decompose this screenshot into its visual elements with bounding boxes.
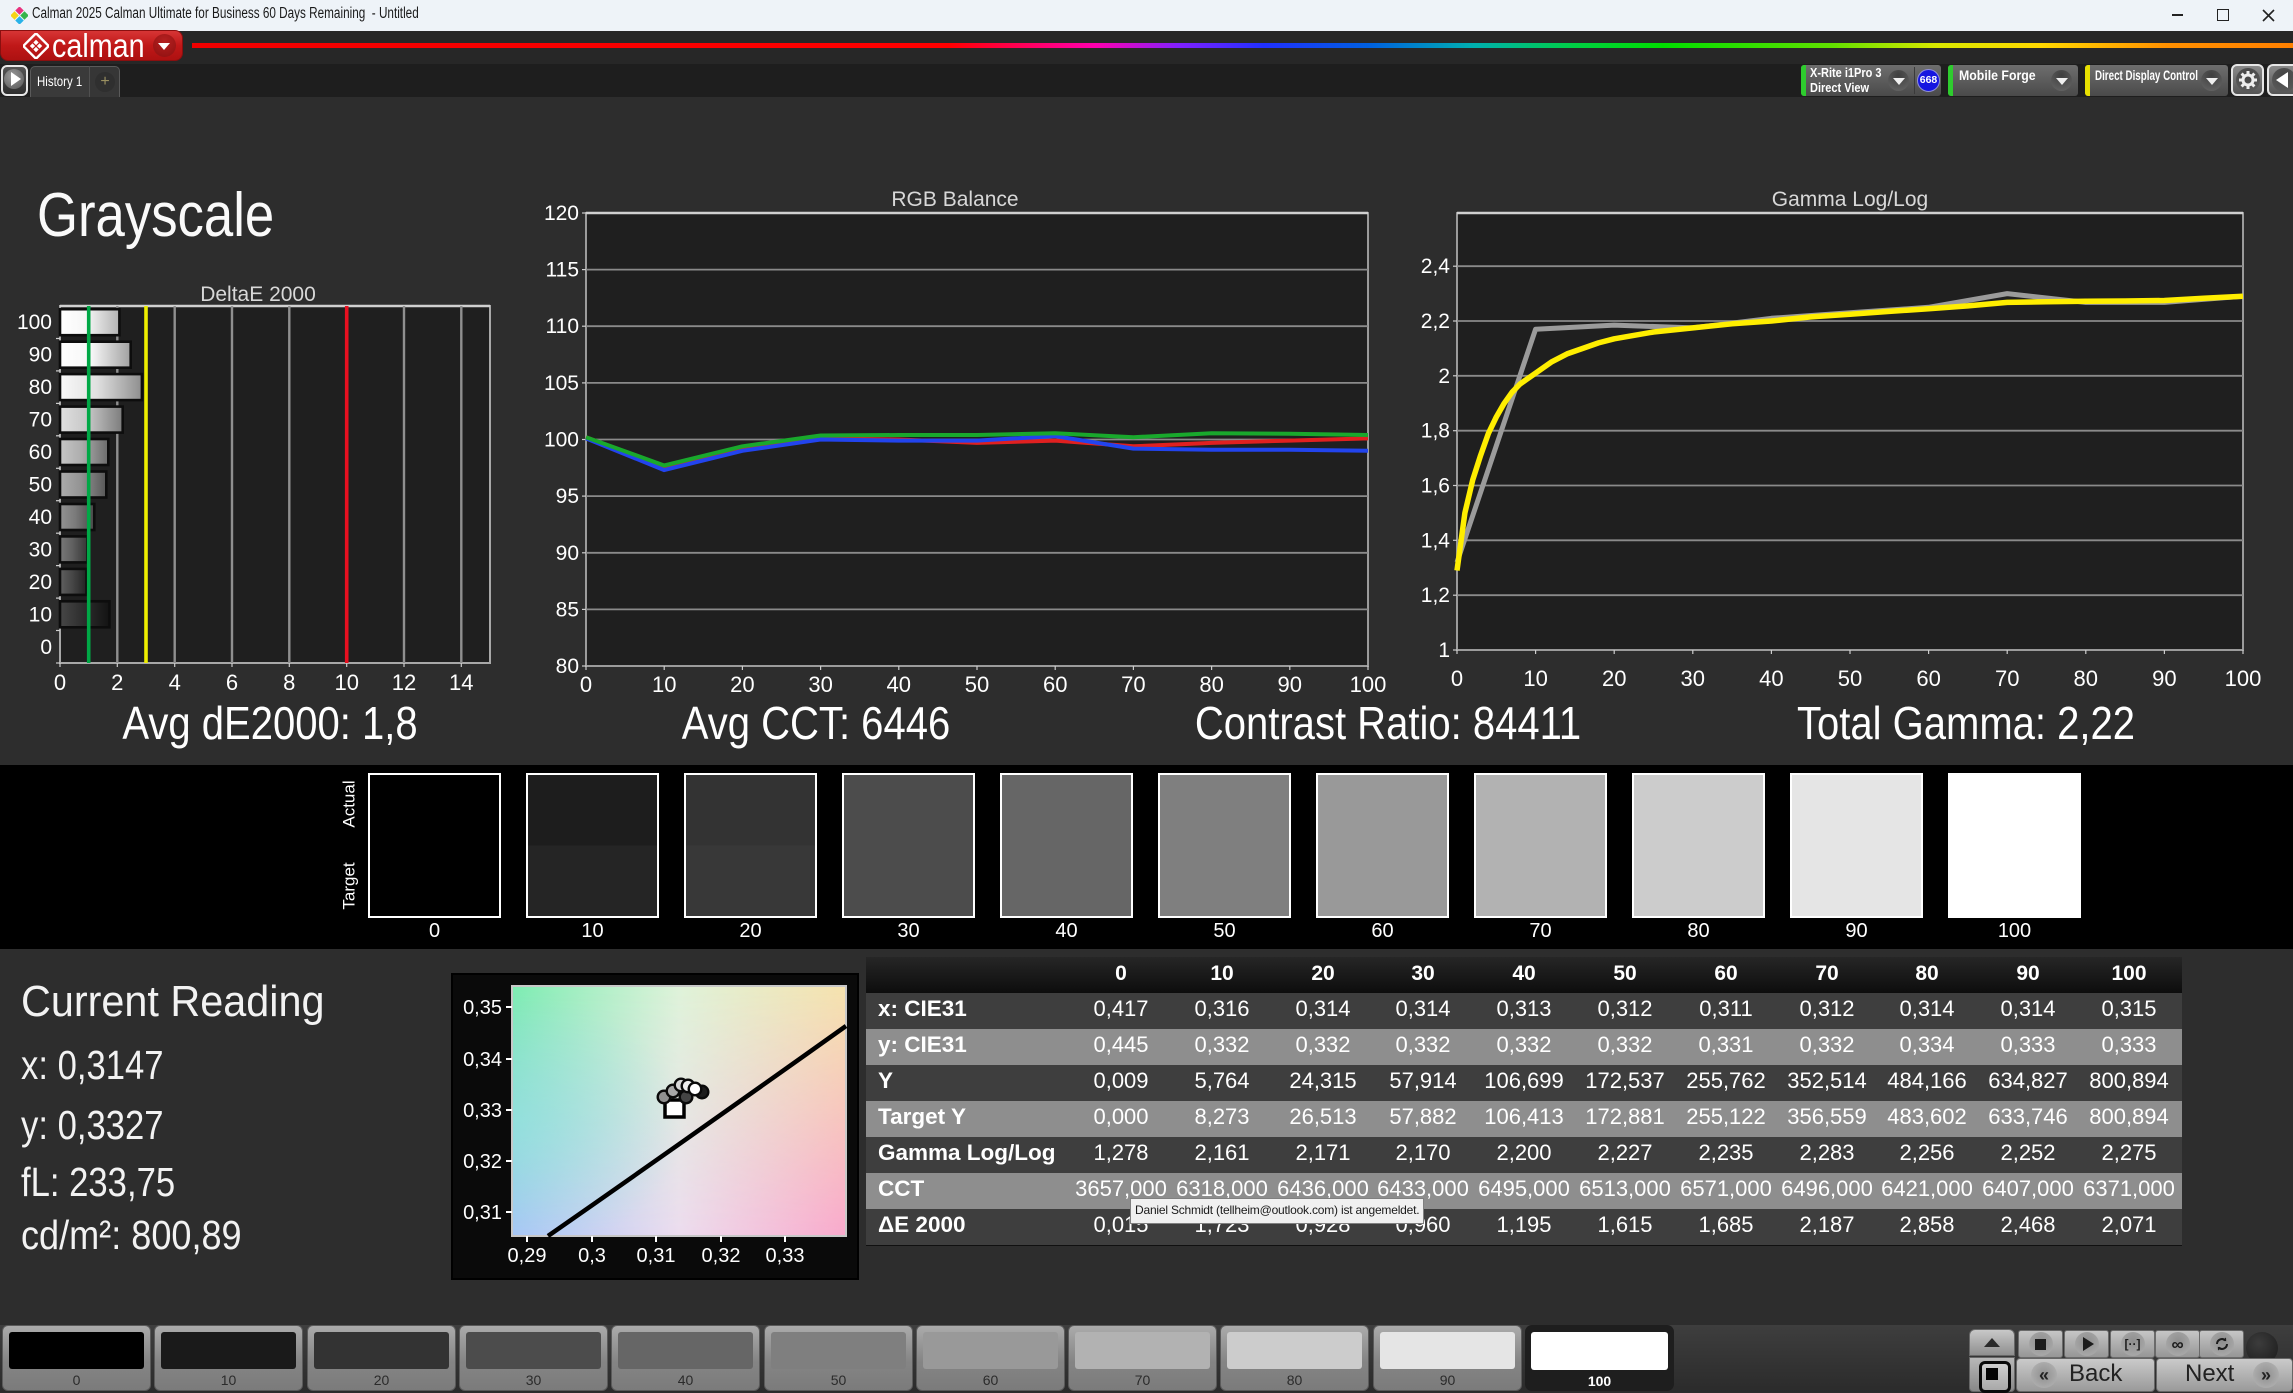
svg-text:110: 110 bbox=[546, 315, 579, 338]
svg-text:80: 80 bbox=[1199, 672, 1223, 697]
svg-text:12: 12 bbox=[392, 670, 416, 695]
svg-text:40: 40 bbox=[887, 672, 911, 697]
svg-text:90: 90 bbox=[1278, 672, 1302, 697]
svg-text:6: 6 bbox=[226, 670, 238, 695]
svg-text:80: 80 bbox=[556, 655, 579, 678]
svg-text:30: 30 bbox=[29, 538, 52, 561]
svg-text:0,29: 0,29 bbox=[508, 1245, 547, 1267]
svg-text:30: 30 bbox=[1681, 666, 1705, 691]
svg-text:30: 30 bbox=[808, 672, 832, 697]
svg-text:100: 100 bbox=[2225, 666, 2262, 691]
svg-text:60: 60 bbox=[1043, 672, 1067, 697]
svg-text:70: 70 bbox=[1995, 666, 2019, 691]
svg-text:80: 80 bbox=[29, 376, 52, 399]
svg-text:0: 0 bbox=[40, 636, 52, 659]
svg-text:10: 10 bbox=[652, 672, 676, 697]
svg-text:1,4: 1,4 bbox=[1421, 529, 1451, 552]
svg-text:0,32: 0,32 bbox=[463, 1151, 502, 1173]
svg-text:1,8: 1,8 bbox=[1421, 420, 1450, 443]
svg-text:2,2: 2,2 bbox=[1421, 310, 1450, 333]
svg-text:50: 50 bbox=[965, 672, 989, 697]
svg-text:10: 10 bbox=[334, 670, 358, 695]
svg-text:14: 14 bbox=[449, 670, 473, 695]
svg-text:100: 100 bbox=[1350, 672, 1387, 697]
svg-text:0,35: 0,35 bbox=[463, 997, 502, 1019]
svg-text:50: 50 bbox=[29, 474, 52, 497]
svg-text:0,32: 0,32 bbox=[702, 1245, 741, 1267]
svg-text:10: 10 bbox=[29, 603, 52, 626]
svg-text:1,6: 1,6 bbox=[1421, 475, 1450, 498]
svg-text:20: 20 bbox=[1602, 666, 1626, 691]
svg-text:80: 80 bbox=[2074, 666, 2098, 691]
svg-text:0,33: 0,33 bbox=[463, 1100, 502, 1122]
svg-text:85: 85 bbox=[556, 598, 579, 621]
svg-text:20: 20 bbox=[29, 571, 52, 594]
svg-text:50: 50 bbox=[1838, 666, 1862, 691]
svg-text:4: 4 bbox=[169, 670, 181, 695]
svg-text:40: 40 bbox=[1759, 666, 1783, 691]
svg-text:100: 100 bbox=[17, 311, 52, 334]
svg-text:0,34: 0,34 bbox=[463, 1049, 502, 1071]
svg-text:120: 120 bbox=[544, 202, 579, 225]
svg-text:0,33: 0,33 bbox=[766, 1245, 805, 1267]
svg-text:20: 20 bbox=[730, 672, 754, 697]
svg-text:0: 0 bbox=[1451, 666, 1463, 691]
svg-text:10: 10 bbox=[1523, 666, 1547, 691]
svg-text:8: 8 bbox=[283, 670, 295, 695]
svg-text:100: 100 bbox=[544, 429, 579, 452]
svg-text:90: 90 bbox=[556, 542, 579, 565]
svg-text:0,31: 0,31 bbox=[463, 1202, 502, 1224]
svg-text:70: 70 bbox=[29, 409, 52, 432]
svg-text:60: 60 bbox=[29, 441, 52, 464]
svg-text:2,4: 2,4 bbox=[1421, 255, 1451, 278]
svg-text:1: 1 bbox=[1438, 639, 1450, 662]
svg-text:0,3: 0,3 bbox=[578, 1245, 606, 1267]
svg-text:90: 90 bbox=[2152, 666, 2176, 691]
svg-text:40: 40 bbox=[29, 506, 52, 529]
svg-text:90: 90 bbox=[29, 344, 52, 367]
svg-text:95: 95 bbox=[556, 485, 579, 508]
svg-text:60: 60 bbox=[1916, 666, 1940, 691]
svg-text:0: 0 bbox=[580, 672, 592, 697]
svg-text:105: 105 bbox=[544, 372, 579, 395]
svg-text:70: 70 bbox=[1121, 672, 1145, 697]
svg-text:1,2: 1,2 bbox=[1421, 584, 1450, 607]
svg-text:115: 115 bbox=[546, 259, 579, 282]
svg-text:0: 0 bbox=[54, 670, 66, 695]
svg-text:2: 2 bbox=[111, 670, 123, 695]
svg-text:0,31: 0,31 bbox=[637, 1245, 676, 1267]
svg-text:2: 2 bbox=[1438, 365, 1450, 388]
